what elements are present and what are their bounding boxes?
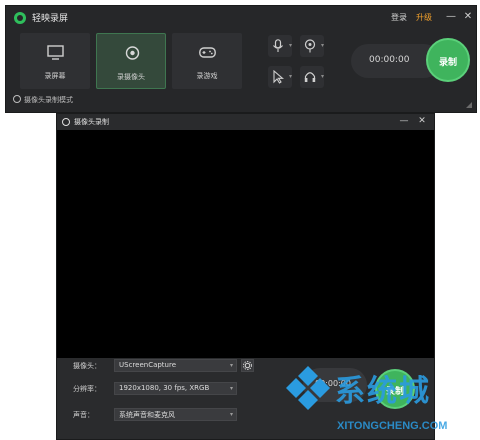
- audio-source-select-value: 系统声音和麦克风: [119, 411, 175, 419]
- chevron-down-icon: ▾: [229, 362, 233, 369]
- chevron-down-icon: ▾: [229, 411, 233, 418]
- mode-record-webcam-button[interactable]: 录摄像头: [96, 33, 166, 89]
- minimize-button[interactable]: —: [444, 10, 458, 24]
- camera-recording-window: 摄像头录制 — ✕ 摄像头： UScreenCapture ▾ 分辨率： 192…: [56, 113, 435, 440]
- headphones-icon: [304, 72, 316, 82]
- resolution-select[interactable]: 1920x1080, 30 fps, XRGB ▾: [114, 382, 237, 395]
- cursor-settings-button[interactable]: ▾: [268, 66, 292, 88]
- record-button-label: 录制: [438, 58, 457, 68]
- camera-window-close-button[interactable]: ✕: [416, 115, 428, 128]
- gamepad-icon: [199, 47, 216, 58]
- record-button[interactable]: 录制: [426, 38, 470, 82]
- camera-overlay-toggle-button[interactable]: ▾: [300, 35, 324, 57]
- mode-label: 录游戏: [196, 72, 218, 80]
- login-link[interactable]: 登录: [391, 12, 407, 23]
- monitor-icon: [47, 45, 64, 60]
- main-recorder-window: 轻映录屏 登录 升级 — ✕ 录屏幕 录摄像头 录游戏 ▾ ▾ ▾ ▾ 00:0…: [5, 5, 477, 113]
- camera-window-minimize-button[interactable]: —: [398, 115, 410, 128]
- mode-label: 录屏幕: [44, 72, 66, 80]
- camera-settings-button[interactable]: [241, 359, 254, 372]
- target-icon: [13, 95, 21, 103]
- camera-preview-area: [57, 130, 434, 358]
- audio-source-select[interactable]: 系统声音和麦克风 ▾: [114, 408, 237, 421]
- camera-setting-label: 摄像头：: [73, 362, 101, 370]
- chevron-down-icon[interactable]: ▾: [321, 73, 324, 80]
- camera-timer-text: 00:00:00: [315, 379, 351, 388]
- cursor-icon: [273, 70, 284, 84]
- close-button[interactable]: ✕: [461, 10, 475, 24]
- camera-window-logo-icon: [62, 118, 70, 126]
- chevron-down-icon[interactable]: ▾: [321, 42, 324, 49]
- resolution-setting-label: 分辨率：: [73, 385, 101, 393]
- chevron-down-icon: ▾: [229, 385, 233, 392]
- audio-setting-label: 声音：: [73, 411, 94, 419]
- title-bar[interactable]: 轻映录屏 登录 升级 — ✕: [6, 6, 476, 30]
- camera-timer-display: 00:00:00: [303, 368, 367, 402]
- timer-text: 00:00:00: [369, 55, 410, 65]
- mode-hint-text: 摄像头录制模式: [24, 96, 73, 104]
- webcam-icon: [125, 46, 140, 60]
- app-title: 轻映录屏: [32, 14, 69, 24]
- upgrade-link[interactable]: 升级: [416, 12, 432, 23]
- mode-record-screen-button[interactable]: 录屏幕: [20, 33, 90, 89]
- audio-settings-button[interactable]: ▾: [300, 66, 324, 88]
- chevron-down-icon[interactable]: ▾: [289, 42, 292, 49]
- camera-record-button-label: 录制: [385, 387, 404, 397]
- microphone-icon: [273, 39, 283, 52]
- camera-select[interactable]: UScreenCapture ▾: [114, 359, 237, 372]
- app-logo-icon: [14, 12, 26, 24]
- mode-record-game-button[interactable]: 录游戏: [172, 33, 242, 89]
- camera-select-value: UScreenCapture: [119, 361, 177, 369]
- mode-label: 录摄像头: [117, 73, 145, 81]
- camera-window-title: 摄像头录制: [74, 118, 109, 126]
- resolution-select-value: 1920x1080, 30 fps, XRGB: [119, 384, 210, 392]
- location-pin-icon: [304, 39, 316, 53]
- camera-record-button[interactable]: 录制: [375, 369, 415, 409]
- gear-icon: [243, 361, 252, 370]
- resize-grip-icon[interactable]: [466, 102, 472, 108]
- mode-hint: 摄像头录制模式: [13, 95, 73, 105]
- chevron-down-icon[interactable]: ▾: [289, 73, 292, 80]
- microphone-toggle-button[interactable]: ▾: [268, 35, 292, 57]
- camera-window-title-bar[interactable]: 摄像头录制 — ✕: [57, 114, 434, 130]
